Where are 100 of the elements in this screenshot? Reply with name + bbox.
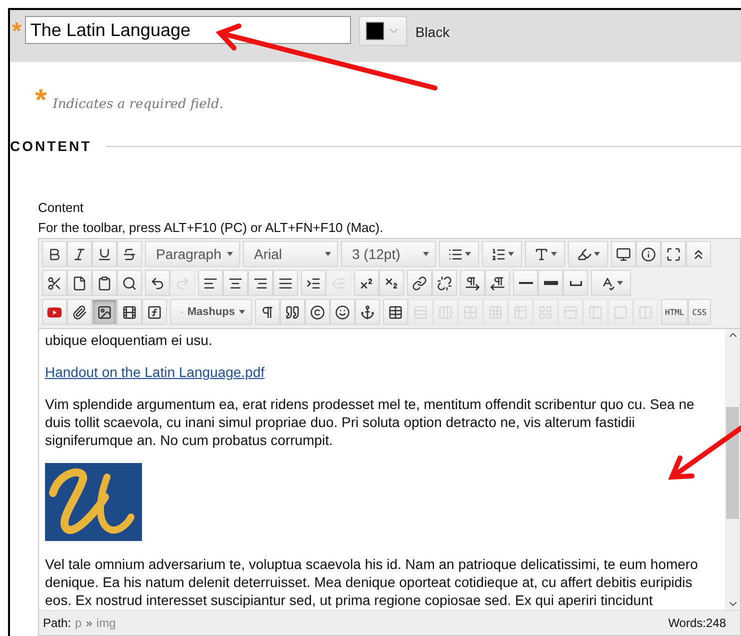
unlink-icon — [437, 276, 452, 290]
title-field[interactable]: The Latin Language — [25, 16, 352, 44]
toolbar-button[interactable] — [67, 299, 92, 325]
toolbar-button[interactable] — [460, 270, 485, 296]
media-icon — [122, 304, 137, 320]
toolbar-button[interactable] — [513, 270, 538, 296]
path-label: Path: — [43, 616, 72, 630]
toolbar-button[interactable] — [42, 299, 67, 325]
toolbar-button[interactable] — [568, 241, 608, 267]
anchor-icon — [360, 304, 375, 320]
paperclip-icon — [72, 304, 87, 320]
toolbar-button[interactable] — [355, 299, 380, 325]
toolbar-button[interactable] — [223, 270, 248, 296]
toolbar-button[interactable] — [92, 241, 117, 267]
toolbar-button[interactable] — [439, 241, 479, 267]
italic-icon — [72, 246, 87, 262]
toolbar-button[interactable] — [661, 241, 686, 267]
toolbar-button[interactable] — [117, 241, 142, 267]
file-link[interactable]: Handout on the Latin Language.pdf — [45, 363, 265, 381]
table-icon — [388, 304, 403, 320]
path-separator: » — [86, 616, 92, 630]
toolbar-button[interactable] — [92, 270, 117, 296]
scrollbar[interactable] — [725, 329, 740, 610]
caret-icon — [423, 252, 429, 256]
toolbar-button[interactable] — [686, 241, 711, 267]
toolbar-button[interactable] — [485, 270, 510, 296]
numbered-list-icon — [490, 246, 506, 262]
section-heading: CONTENT — [10, 138, 92, 154]
toolbar-button[interactable] — [67, 241, 92, 267]
formula-icon — [147, 304, 162, 320]
smiley-icon — [335, 304, 350, 320]
align-center-icon — [228, 276, 243, 290]
dropdown[interactable]: 3 (12pt) — [341, 241, 436, 267]
color-label: Black — [415, 24, 450, 40]
left-to-right-icon — [465, 276, 480, 290]
toolbar-button[interactable] — [280, 299, 305, 325]
toolbar-button[interactable] — [305, 299, 330, 325]
toolbar-button[interactable] — [117, 299, 142, 325]
required-mark: * — [35, 86, 47, 116]
toolbar-button[interactable] — [301, 270, 326, 296]
toolbar-button[interactable] — [273, 270, 298, 296]
toolbar-button[interactable] — [198, 270, 223, 296]
preview-icon — [616, 246, 631, 262]
word-count: Words:248 — [668, 616, 726, 630]
toolbar-hint: For the toolbar, press ALT+F10 (PC) or ALT+FN+F10 (Mac). — [38, 219, 384, 237]
dropdown[interactable]: Paragraph — [145, 241, 240, 267]
caret-icon — [239, 310, 245, 314]
document-icon — [72, 276, 87, 290]
info-icon — [641, 246, 656, 262]
toolbar-button[interactable] — [432, 270, 457, 296]
toolbar-button[interactable] — [42, 241, 67, 267]
toolbar-button[interactable] — [379, 270, 404, 296]
toolbar-button[interactable] — [636, 241, 661, 267]
dropdown[interactable]: Arial — [243, 241, 338, 267]
toolbar-button[interactable] — [525, 241, 565, 267]
caret-icon — [550, 252, 556, 256]
caret-icon — [616, 281, 622, 285]
undo-icon — [150, 276, 165, 290]
toolbar-button[interactable] — [248, 270, 273, 296]
toolbar-button[interactable]: HTML — [661, 299, 688, 325]
table-column-icon — [438, 304, 453, 320]
toolbar-button[interactable] — [354, 270, 379, 296]
align-right-icon — [253, 276, 268, 290]
toolbar-button[interactable] — [383, 299, 408, 325]
toolbar-button[interactable] — [145, 270, 170, 296]
toolbar-button[interactable] — [67, 270, 92, 296]
toolbar-button[interactable] — [255, 299, 280, 325]
redo-icon — [175, 276, 190, 290]
toolbar-button[interactable] — [142, 299, 167, 325]
color-picker[interactable] — [359, 16, 408, 46]
dropdown[interactable]: Mashups — [170, 299, 252, 325]
video-play-icon — [47, 304, 62, 320]
right-to-left-icon — [490, 276, 505, 290]
toolbar-button[interactable] — [591, 270, 631, 296]
caret-icon — [227, 252, 233, 256]
split-cell-icon — [638, 304, 653, 320]
toolbar-button[interactable] — [117, 270, 142, 296]
toolbar-button[interactable] — [407, 270, 432, 296]
table-row-icon — [413, 304, 428, 320]
search-icon — [122, 276, 137, 290]
toolbar-button[interactable] — [330, 299, 355, 325]
toolbar-button[interactable] — [538, 270, 563, 296]
indent-icon — [306, 276, 321, 290]
strikethrough-icon — [122, 246, 137, 262]
bullet-list-icon — [448, 246, 462, 262]
toolbar-button[interactable] — [563, 270, 588, 296]
table-cell-icon — [463, 304, 478, 320]
toolbar-button[interactable] — [92, 299, 117, 325]
paste-icon — [97, 276, 112, 290]
required-note: Indicates a required field. — [52, 96, 224, 112]
toolbar-button[interactable] — [611, 241, 636, 267]
toolbar-button[interactable] — [482, 241, 522, 267]
bold-icon — [47, 246, 62, 262]
table-grid-icon — [488, 304, 503, 320]
toolbar-button[interactable] — [42, 270, 67, 296]
fullscreen-icon — [666, 246, 681, 262]
toolbar-button[interactable]: CSS — [688, 299, 711, 325]
copyright-icon — [310, 304, 325, 320]
caret-icon — [325, 252, 331, 256]
required-mark: * — [12, 20, 22, 44]
